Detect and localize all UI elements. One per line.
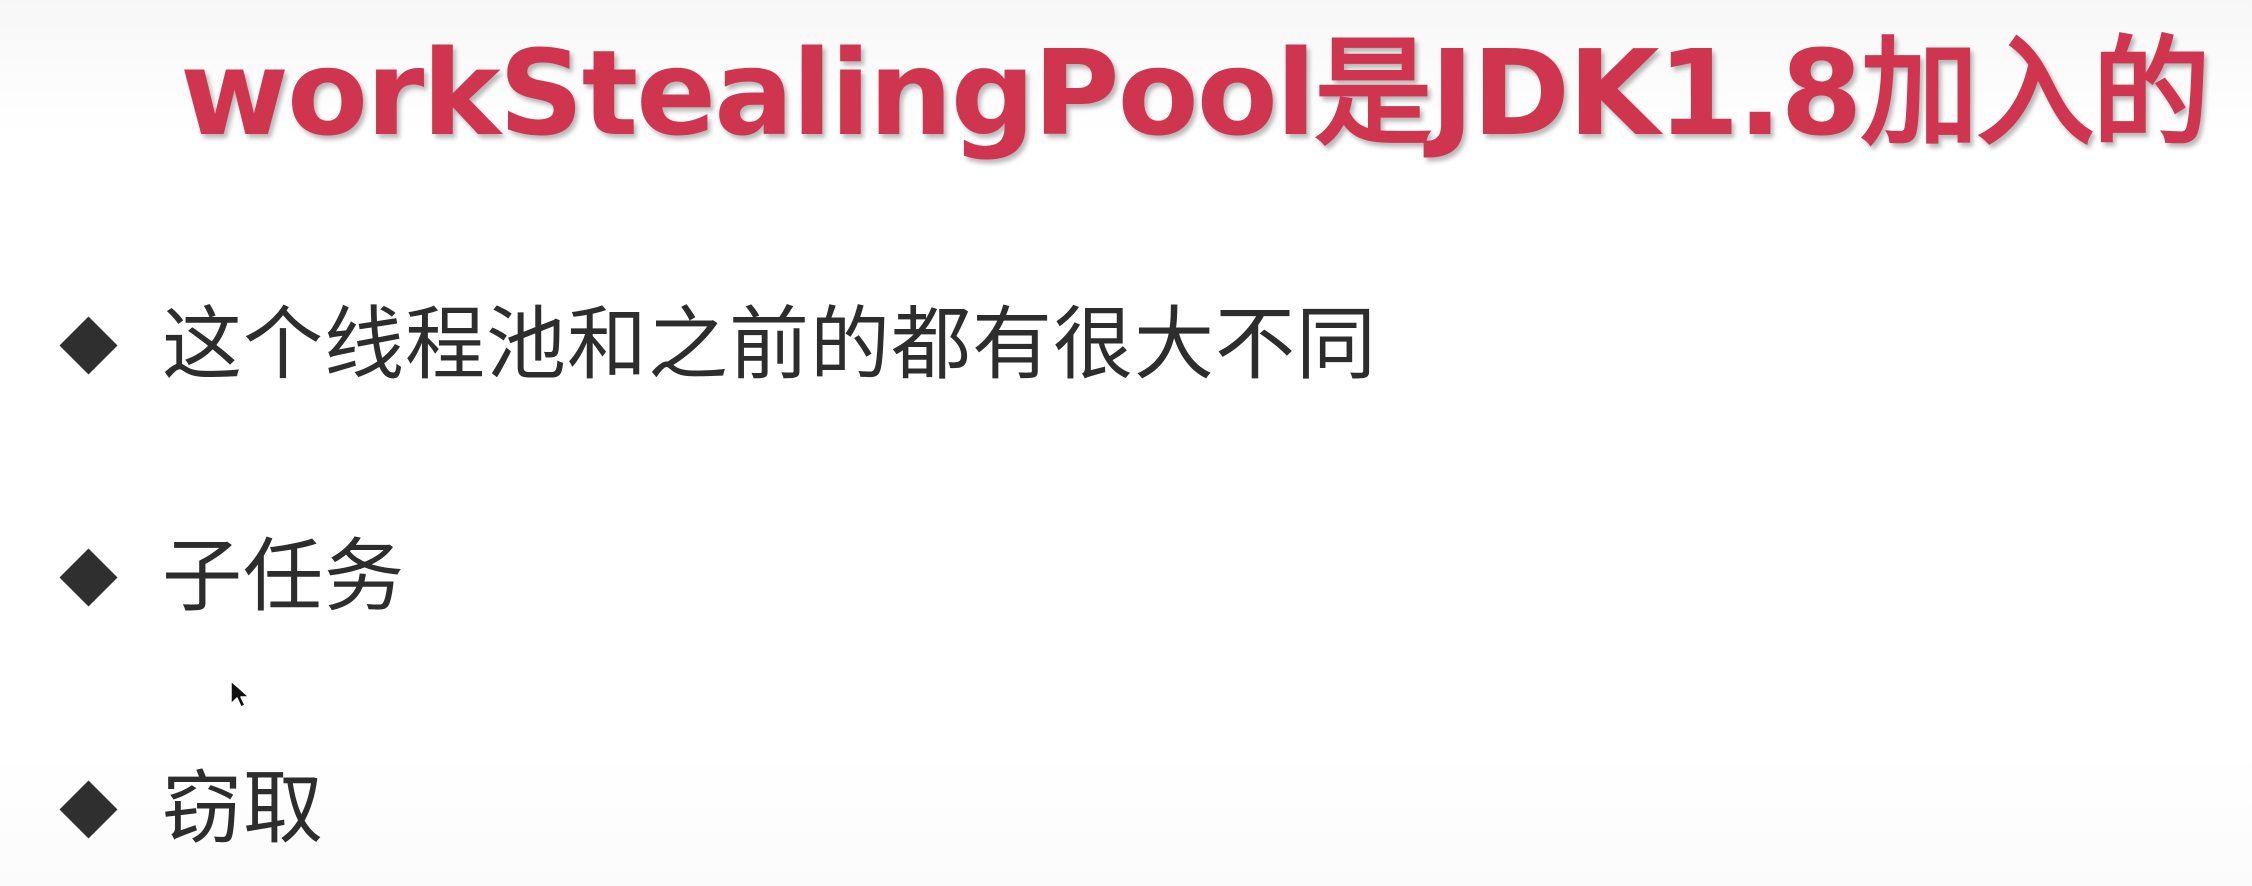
slide-title: workStealingPool是JDK1.8加入的 xyxy=(180,24,2211,162)
bullet-text: 窃取 xyxy=(162,762,324,855)
bullet-item-3: 窃取 xyxy=(58,754,324,864)
diamond-bullet-icon xyxy=(58,315,118,375)
presentation-slide: workStealingPool是JDK1.8加入的 这个线程池和之前的都有很大… xyxy=(0,0,2252,886)
diamond-bullet-icon xyxy=(58,547,118,607)
bullet-text: 这个线程池和之前的都有很大不同 xyxy=(162,298,1377,391)
mouse-pointer-icon xyxy=(230,680,250,708)
bullet-list: 这个线程池和之前的都有很大不同 子任务 窃取 xyxy=(58,290,1658,870)
bullet-item-1: 这个线程池和之前的都有很大不同 xyxy=(58,290,1377,400)
diamond-bullet-icon xyxy=(58,779,118,839)
bullet-text: 子任务 xyxy=(162,530,405,623)
bullet-item-2: 子任务 xyxy=(58,522,405,632)
